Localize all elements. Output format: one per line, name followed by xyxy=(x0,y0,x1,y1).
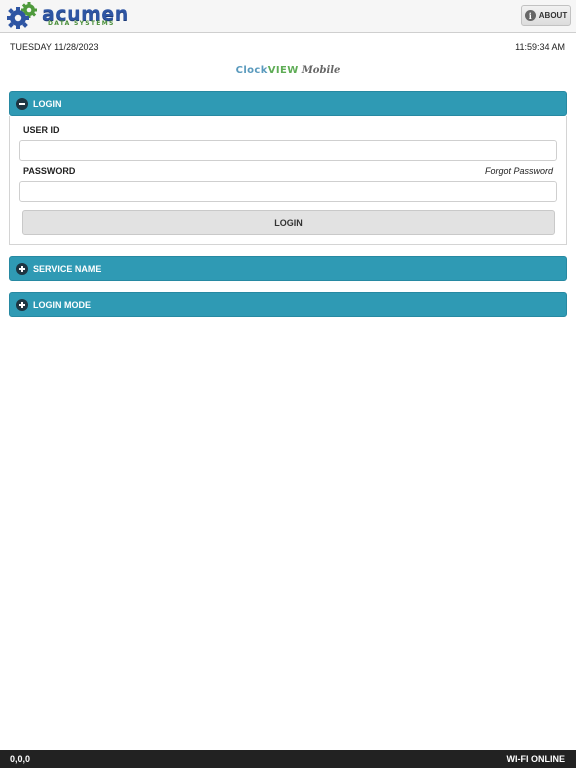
status-bar: 0,0,0 WI-FI ONLINE xyxy=(0,750,576,768)
service-name-section-header[interactable]: SERVICE NAME xyxy=(9,256,567,281)
about-button[interactable]: i ABOUT xyxy=(521,5,571,26)
brand-view: VIEW xyxy=(267,65,299,76)
password-label: PASSWORD xyxy=(23,166,76,176)
connection-status: WI-FI ONLINE xyxy=(506,754,566,764)
login-mode-section-header[interactable]: LOGIN MODE xyxy=(9,292,567,317)
plus-circle-icon xyxy=(16,298,28,311)
location-coordinates: 0,0,0 xyxy=(10,754,31,764)
app-header: acumen DATA SYSTEMS i ABOUT xyxy=(0,0,576,33)
plus-circle-icon xyxy=(16,262,28,275)
current-time: 11:59:34 AM xyxy=(515,42,565,52)
brand-mobile: Mobile xyxy=(301,65,341,76)
brand-clock: Clock xyxy=(235,65,268,76)
minus-circle-icon xyxy=(16,97,28,110)
login-section-title: LOGIN xyxy=(33,98,62,109)
clockview-mobile-logo: ClockVIEW Mobile xyxy=(0,65,576,77)
login-mode-section-title: LOGIN MODE xyxy=(33,299,91,310)
page: acumen DATA SYSTEMS i ABOUT TUESDAY 11/2… xyxy=(0,0,576,768)
password-input[interactable] xyxy=(19,181,557,202)
login-section-body: USER ID PASSWORD Forgot Password LOGIN xyxy=(9,116,567,245)
login-section-header[interactable]: LOGIN xyxy=(9,91,567,116)
login-button[interactable]: LOGIN xyxy=(22,210,555,235)
acumen-logo: acumen DATA SYSTEMS xyxy=(6,2,146,30)
gear-icon xyxy=(7,2,37,29)
about-button-label: ABOUT xyxy=(538,11,568,20)
logo-subtitle: DATA SYSTEMS xyxy=(48,20,115,27)
user-id-input[interactable] xyxy=(19,140,557,161)
info-icon: i xyxy=(524,10,536,21)
forgot-password-link[interactable]: Forgot Password xyxy=(485,166,553,176)
current-date: TUESDAY 11/28/2023 xyxy=(10,42,99,52)
user-id-label: USER ID xyxy=(23,125,60,135)
service-name-section-title: SERVICE NAME xyxy=(33,263,102,274)
